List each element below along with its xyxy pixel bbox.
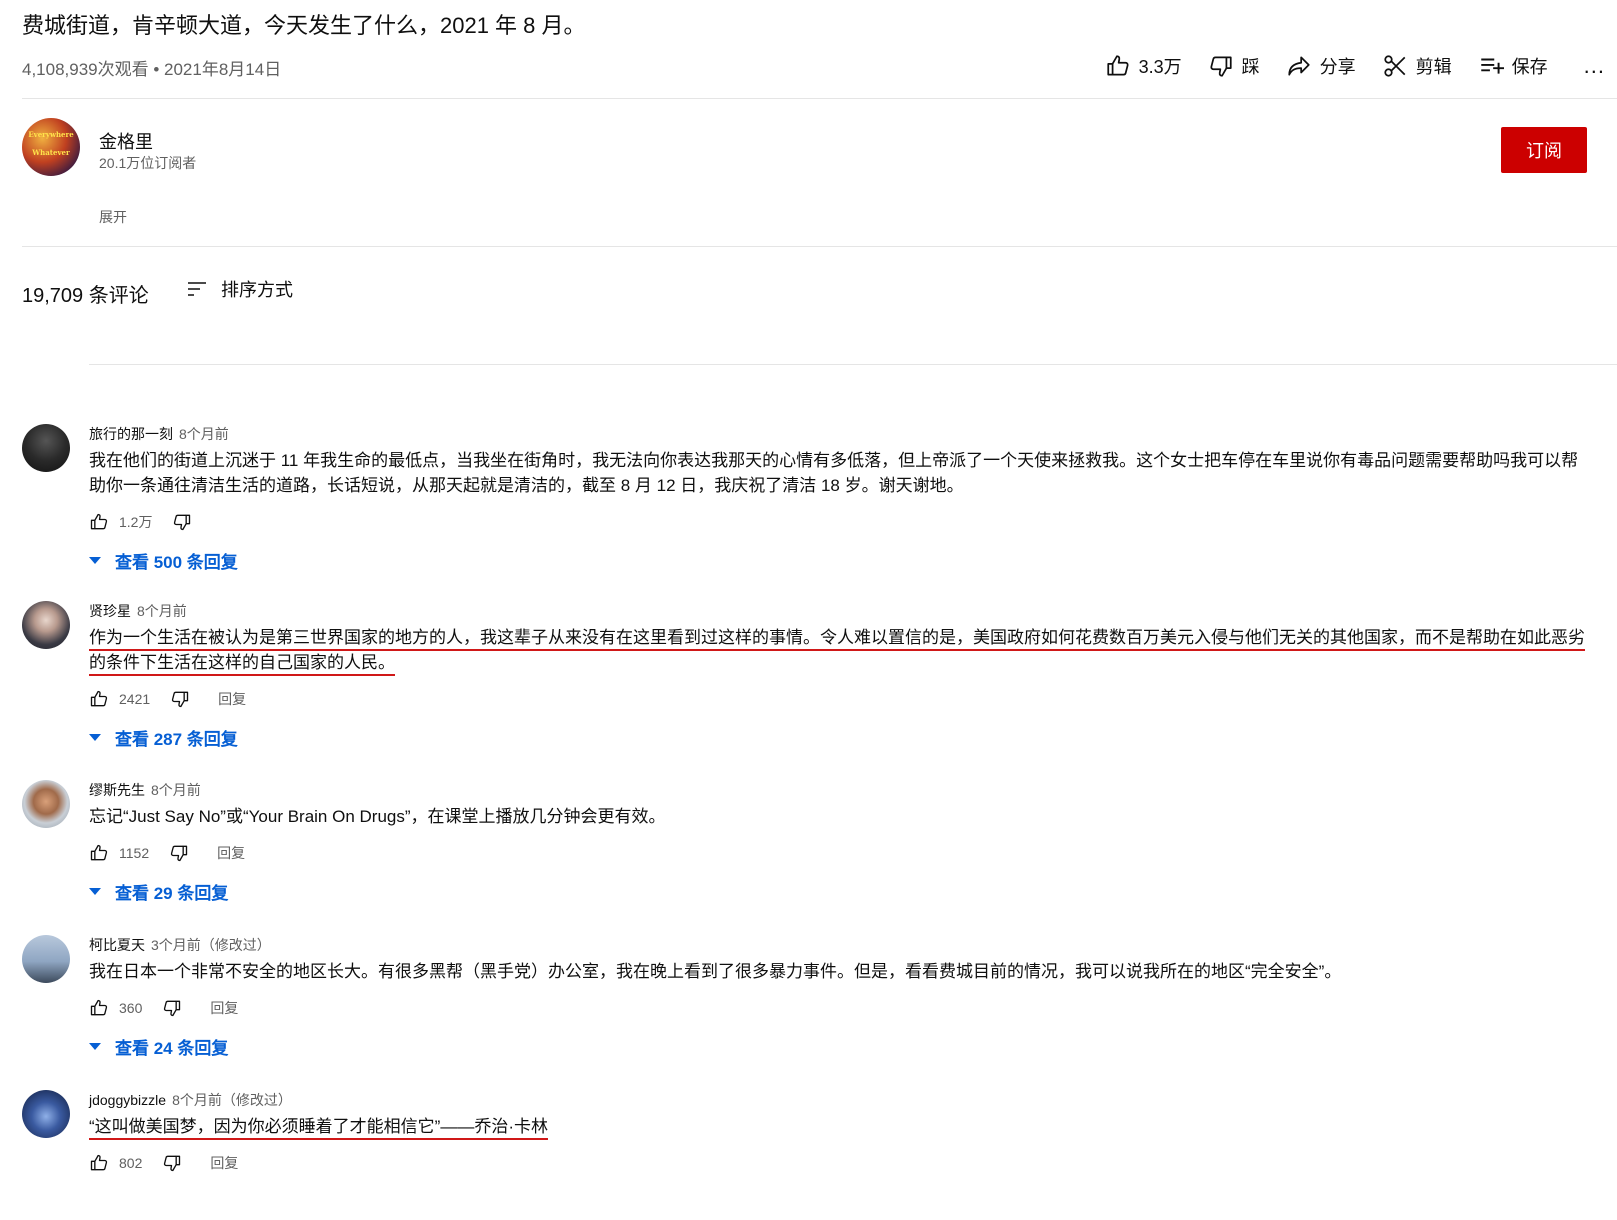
comment-text: “这叫做美国梦，因为你必须睡着了才能相信它”——乔治·卡林 [89, 1117, 548, 1136]
view-replies-label: 查看 287 条回复 [115, 730, 238, 749]
channel-name[interactable]: 金格里 [99, 128, 153, 154]
avatar[interactable] [22, 601, 70, 649]
playlist-add-icon [1480, 58, 1504, 74]
thumbs-up-icon [1107, 55, 1129, 76]
comment-text: 我在日本一个非常不安全的地区长大。有很多黑帮（黑手党）办公室，我在晚上看到了很多… [89, 962, 1342, 981]
more-button[interactable]: ... [1584, 53, 1605, 79]
save-button[interactable]: 保存 [1478, 53, 1548, 79]
comment-author[interactable]: jdoggybizzle [89, 1092, 166, 1108]
caret-down-icon [89, 734, 101, 741]
comment-text: 忘记“Just Say No”或“Your Brain On Drugs”，在课… [89, 807, 666, 826]
comments-count: 19,709 条评论 [22, 285, 149, 307]
comment-text: 作为一个生活在被认为是第三世界国家的地方的人，我这辈子从来没有在这里看到过这样的… [89, 628, 1585, 672]
channel-avatar[interactable]: Everywhere Whatever [22, 118, 80, 176]
sort-label: 排序方式 [221, 280, 293, 300]
avatar[interactable] [22, 1090, 70, 1138]
video-title: 费城街道，肯辛顿大道，今天发生了什么，2021 年 8 月。 [22, 13, 586, 38]
sort-icon [188, 282, 206, 296]
clip-button[interactable]: 剪辑 [1382, 53, 1452, 79]
avatar[interactable] [22, 424, 70, 472]
thumbs-down-icon[interactable] [162, 998, 182, 1018]
reply-button[interactable]: 回复 [218, 689, 246, 709]
share-icon [1288, 56, 1310, 76]
like-count: 360 [119, 1000, 143, 1016]
avatar-text: Everywhere [28, 130, 74, 139]
like-count: 1152 [119, 845, 150, 861]
caret-down-icon [89, 1043, 101, 1050]
share-label: 分享 [1319, 57, 1356, 77]
comment-text: 我在他们的街道上沉迷于 11 年我生命的最低点，当我坐在街角时，我无法向你表达我… [89, 451, 1579, 495]
sort-button[interactable]: 排序方式 [185, 276, 293, 302]
video-meta: 4,108,939次观看 • 2021年8月14日 [22, 60, 282, 79]
view-replies-label: 查看 24 条回复 [115, 1039, 229, 1058]
divider [22, 246, 1617, 247]
avatar-text: Whatever [32, 148, 70, 157]
thumbs-up-icon[interactable] [89, 1153, 109, 1173]
share-button[interactable]: 分享 [1286, 53, 1356, 79]
thumbs-down-icon[interactable] [169, 843, 189, 863]
comment-time[interactable]: 8个月前 [137, 603, 187, 619]
divider [22, 98, 1617, 99]
thumbs-up-icon[interactable] [89, 689, 109, 709]
like-count: 802 [119, 1155, 143, 1171]
view-replies-button[interactable]: 查看 24 条回复 [89, 1034, 1587, 1059]
thumbs-up-icon[interactable] [89, 512, 109, 532]
comment-input-line [89, 364, 1617, 365]
expand-description-button[interactable]: 展开 [99, 207, 127, 227]
like-count: 1.2万 [119, 514, 153, 530]
save-label: 保存 [1511, 57, 1548, 77]
scissors-icon [1384, 55, 1406, 77]
like-count: 3.3万 [1138, 57, 1182, 77]
reply-button[interactable]: 回复 [210, 1153, 238, 1173]
reply-button[interactable]: 回复 [217, 843, 245, 863]
comment-time[interactable]: 8个月前 [179, 426, 229, 442]
caret-down-icon [89, 557, 101, 564]
thumbs-down-icon[interactable] [162, 1153, 182, 1173]
view-replies-button[interactable]: 查看 500 条回复 [89, 548, 1587, 573]
view-replies-button[interactable]: 查看 29 条回复 [89, 879, 1587, 904]
comment-author[interactable]: 缪斯先生 [89, 782, 145, 798]
thumbs-down-icon[interactable] [172, 512, 192, 532]
thumbs-up-icon[interactable] [89, 843, 109, 863]
reply-button[interactable]: 回复 [210, 998, 238, 1018]
comment-time[interactable]: 8个月前（修改过） [172, 1092, 292, 1108]
view-replies-label: 查看 500 条回复 [115, 553, 238, 572]
like-button[interactable]: 3.3万 [1105, 53, 1182, 79]
comment-time[interactable]: 3个月前（修改过） [151, 937, 271, 953]
avatar[interactable] [22, 780, 70, 828]
dislike-label: 踩 [1241, 57, 1260, 77]
subscriber-count: 20.1万位订阅者 [99, 155, 197, 171]
view-replies-label: 查看 29 条回复 [115, 884, 229, 903]
action-bar: 3.3万 踩 分享 剪辑 保存 ... [1105, 53, 1605, 79]
subscribe-button[interactable]: 订阅 [1501, 127, 1587, 173]
comment-author[interactable]: 贤珍星 [89, 603, 131, 619]
dislike-button[interactable]: 踩 [1208, 53, 1260, 79]
like-count: 2421 [119, 691, 151, 707]
thumbs-up-icon[interactable] [89, 998, 109, 1018]
view-replies-button[interactable]: 查看 287 条回复 [89, 725, 1587, 750]
caret-down-icon [89, 888, 101, 895]
thumbs-down-icon [1210, 56, 1232, 77]
comment-author[interactable]: 旅行的那一刻 [89, 426, 173, 442]
comment-author[interactable]: 柯比夏天 [89, 937, 145, 953]
thumbs-down-icon[interactable] [170, 689, 190, 709]
clip-label: 剪辑 [1415, 57, 1452, 77]
avatar[interactable] [22, 935, 70, 983]
comment-time[interactable]: 8个月前 [151, 782, 201, 798]
